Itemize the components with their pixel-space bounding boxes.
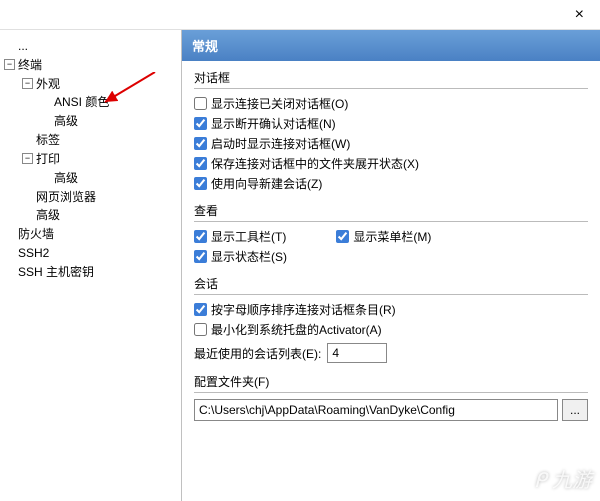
tree-item-advanced[interactable]: 高级 xyxy=(36,208,60,222)
checkbox-sort-alpha[interactable] xyxy=(194,303,207,316)
group-title-session: 会话 xyxy=(194,275,588,292)
checkbox-show-menubar[interactable] xyxy=(336,230,349,243)
checkbox-save-folder-state[interactable] xyxy=(194,157,207,170)
checkbox-label: 最小化到系统托盘的Activator(A) xyxy=(211,321,382,338)
checkbox-label: 保存连接对话框中的文件夹展开状态(X) xyxy=(211,155,419,172)
group-title-dialog: 对话框 xyxy=(194,69,588,86)
checkbox-label: 启动时显示连接对话框(W) xyxy=(211,135,350,152)
checkbox-disconnect-confirm[interactable] xyxy=(194,117,207,130)
checkbox-label: 显示工具栏(T) xyxy=(211,228,286,245)
checkbox-show-toolbar[interactable] xyxy=(194,230,207,243)
checkbox-label: 显示菜单栏(M) xyxy=(353,228,431,245)
tree-item-print[interactable]: 打印 xyxy=(36,152,60,166)
close-icon[interactable]: × xyxy=(567,2,592,28)
config-folder-input[interactable] xyxy=(194,399,558,421)
recent-sessions-input[interactable] xyxy=(327,343,387,363)
tree-item-terminal[interactable]: 终端 xyxy=(18,58,42,72)
tree-item-advanced[interactable]: 高级 xyxy=(54,171,78,185)
tree-item-webbrowser[interactable]: 网页浏览器 xyxy=(36,189,96,203)
group-title-view: 查看 xyxy=(194,202,588,219)
checkbox-show-statusbar[interactable] xyxy=(194,250,207,263)
tree-item-tabs[interactable]: 标签 xyxy=(36,133,60,147)
checkbox-label: 显示连接已关闭对话框(O) xyxy=(211,95,348,112)
checkbox-use-wizard[interactable] xyxy=(194,177,207,190)
expand-icon[interactable]: − xyxy=(4,59,15,70)
category-tree: ... −终端 −外观 ANSI 颜色 高级 标签 −打印 xyxy=(0,30,182,501)
tree-item-appearance[interactable]: 外观 xyxy=(36,76,60,90)
expand-icon[interactable]: − xyxy=(22,153,33,164)
checkbox-label: 按字母顺序排序连接对话框条目(R) xyxy=(211,301,396,318)
checkbox-label: 使用向导新建会话(Z) xyxy=(211,175,322,192)
checkbox-show-connect-on-start[interactable] xyxy=(194,137,207,150)
tree-item-firewall[interactable]: 防火墙 xyxy=(18,227,54,241)
checkbox-label: 显示断开确认对话框(N) xyxy=(211,115,336,132)
checkbox-show-closed-dialog[interactable] xyxy=(194,97,207,110)
checkbox-minimize-tray[interactable] xyxy=(194,323,207,336)
group-title-config: 配置文件夹(F) xyxy=(194,373,588,390)
browse-button[interactable]: ... xyxy=(562,399,588,421)
expand-icon[interactable]: − xyxy=(22,78,33,89)
checkbox-label: 显示状态栏(S) xyxy=(211,248,287,265)
panel-header: 常规 xyxy=(182,30,600,61)
tree-item[interactable]: ... xyxy=(18,39,28,53)
tree-item-sshkey[interactable]: SSH 主机密钥 xyxy=(18,265,94,279)
tree-item-ssh2[interactable]: SSH2 xyxy=(18,246,49,260)
tree-item-ansi[interactable]: ANSI 颜色 xyxy=(54,95,109,109)
recent-sessions-label: 最近使用的会话列表(E): xyxy=(194,345,321,362)
tree-item-advanced[interactable]: 高级 xyxy=(54,114,78,128)
